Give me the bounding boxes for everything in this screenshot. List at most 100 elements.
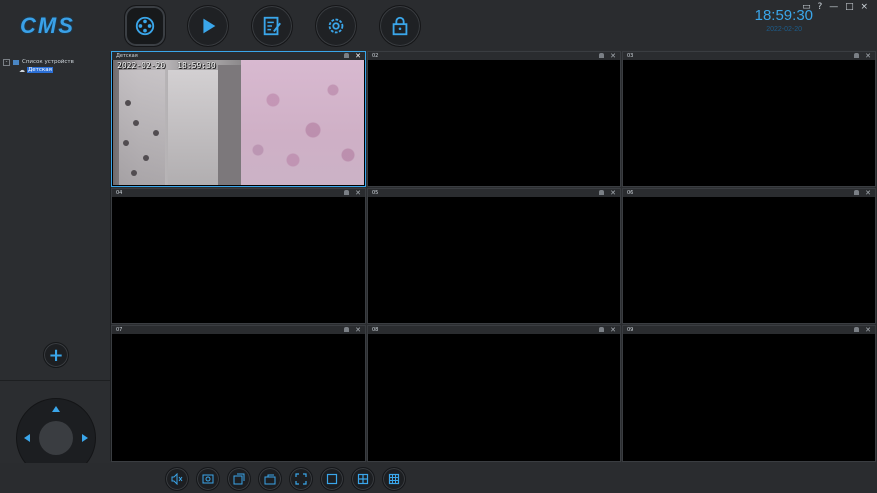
cell-title: 04 bbox=[116, 190, 123, 196]
cell-title: 03 bbox=[627, 53, 634, 59]
tree-root-label: Список устройств bbox=[22, 59, 74, 65]
add-device-button[interactable]: + bbox=[43, 342, 69, 368]
collapse-icon[interactable]: - bbox=[3, 58, 10, 66]
close-icon[interactable]: ✕ bbox=[865, 189, 871, 197]
bottom-toolbar bbox=[0, 463, 877, 493]
cell-title: 06 bbox=[627, 190, 634, 196]
close-button[interactable]: × bbox=[860, 2, 870, 12]
video-cell-9[interactable]: 09 ✕ bbox=[622, 325, 876, 462]
close-icon[interactable]: ✕ bbox=[355, 189, 361, 197]
cell-header: Детская ✕ bbox=[112, 52, 365, 60]
panel-divider bbox=[0, 380, 110, 381]
gear-icon bbox=[328, 18, 344, 34]
layout-1-button[interactable] bbox=[320, 467, 344, 491]
mute-icon bbox=[171, 473, 183, 485]
osd-date: 2022-02-20 bbox=[117, 61, 166, 70]
cell-header: 05 ✕ bbox=[368, 189, 620, 197]
osd-time: 18:59:30 bbox=[177, 61, 216, 70]
alarm-icon[interactable] bbox=[854, 53, 860, 58]
cell-title: 07 bbox=[116, 327, 123, 333]
close-icon[interactable]: ✕ bbox=[610, 52, 616, 60]
fullscreen-button[interactable] bbox=[289, 467, 313, 491]
window-controls: ▭ ? — □ × bbox=[802, 2, 870, 12]
alarm-icon[interactable] bbox=[599, 53, 605, 58]
window-settings-icon[interactable]: ▭ bbox=[802, 2, 813, 12]
close-icon[interactable]: ✕ bbox=[355, 52, 361, 60]
ptz-right-button[interactable] bbox=[82, 434, 88, 442]
video-cell-2[interactable]: 02 ✕ bbox=[367, 51, 621, 187]
alarm-icon[interactable] bbox=[854, 327, 860, 332]
camera-icon: ☁ bbox=[19, 66, 25, 74]
device-tree: - Список устройств ☁ Детская bbox=[3, 58, 74, 74]
video-cell-4[interactable]: 04 ✕ bbox=[111, 188, 366, 324]
cell-header: 07 ✕ bbox=[112, 326, 365, 334]
film-reel-icon bbox=[135, 16, 155, 36]
log-button[interactable] bbox=[251, 5, 293, 47]
record-icon bbox=[233, 473, 245, 485]
close-icon[interactable]: ✕ bbox=[355, 326, 361, 334]
cell-title: Детская bbox=[116, 53, 138, 59]
video-cell-5[interactable]: 05 ✕ bbox=[367, 188, 621, 324]
close-icon[interactable]: ✕ bbox=[610, 326, 616, 334]
tree-root[interactable]: - Список устройств bbox=[3, 58, 74, 66]
lock-icon bbox=[392, 16, 408, 36]
minimize-button[interactable]: — bbox=[829, 2, 840, 12]
record-button[interactable] bbox=[227, 467, 251, 491]
lock-button[interactable] bbox=[379, 5, 421, 47]
layout-9-icon bbox=[388, 473, 400, 485]
playback-button[interactable] bbox=[187, 5, 229, 47]
app-logo: CMS bbox=[20, 13, 75, 38]
notepad-icon bbox=[263, 16, 281, 36]
mute-button[interactable] bbox=[165, 467, 189, 491]
cell-header: 09 ✕ bbox=[623, 326, 875, 334]
alarm-icon[interactable] bbox=[344, 327, 350, 332]
video-osd: 2022-02-20 18:59:30 bbox=[117, 61, 216, 70]
export-icon bbox=[264, 474, 276, 485]
cell-header: 08 ✕ bbox=[368, 326, 620, 334]
cell-header: 02 ✕ bbox=[368, 52, 620, 60]
device-list-icon bbox=[13, 59, 19, 65]
layout-1-icon bbox=[326, 473, 338, 485]
cell-header: 03 ✕ bbox=[623, 52, 875, 60]
live-view-button[interactable] bbox=[124, 5, 166, 47]
maximize-button[interactable]: □ bbox=[845, 2, 856, 12]
alarm-icon[interactable] bbox=[599, 327, 605, 332]
video-cell-6[interactable]: 06 ✕ bbox=[622, 188, 876, 324]
cell-title: 08 bbox=[372, 327, 379, 333]
close-icon[interactable]: ✕ bbox=[865, 52, 871, 60]
layout-9-button[interactable] bbox=[382, 467, 406, 491]
close-icon[interactable]: ✕ bbox=[865, 326, 871, 334]
cell-title: 05 bbox=[372, 190, 379, 196]
ptz-left-button[interactable] bbox=[24, 434, 30, 442]
cell-title: 02 bbox=[372, 53, 379, 59]
device-panel: - Список устройств ☁ Детская + bbox=[0, 52, 111, 478]
layout-4-button[interactable] bbox=[351, 467, 375, 491]
snapshot-icon bbox=[202, 474, 214, 484]
video-cell-3[interactable]: 03 ✕ bbox=[622, 51, 876, 187]
ptz-up-button[interactable] bbox=[52, 406, 60, 412]
snapshot-button[interactable] bbox=[196, 467, 220, 491]
ptz-center-button[interactable] bbox=[39, 421, 73, 455]
cell-header: 06 ✕ bbox=[623, 189, 875, 197]
cell-header: 04 ✕ bbox=[112, 189, 365, 197]
video-cell-1[interactable]: Детская ✕ 2022-02-20 18:59:30 bbox=[111, 51, 366, 187]
alarm-icon[interactable] bbox=[854, 190, 860, 195]
alarm-icon[interactable] bbox=[344, 53, 350, 58]
play-icon bbox=[203, 18, 216, 34]
tree-item-label: Детская bbox=[27, 67, 53, 73]
fullscreen-icon bbox=[295, 473, 307, 485]
top-bar: CMS 18:59:30 2022-02-20 ▭ ? — □ × bbox=[0, 0, 877, 50]
help-button[interactable]: ? bbox=[818, 2, 825, 12]
cell-title: 09 bbox=[627, 327, 634, 333]
alarm-icon[interactable] bbox=[599, 190, 605, 195]
export-button[interactable] bbox=[258, 467, 282, 491]
wardrobe-image bbox=[113, 60, 241, 185]
close-icon[interactable]: ✕ bbox=[610, 189, 616, 197]
alarm-icon[interactable] bbox=[344, 190, 350, 195]
settings-button[interactable] bbox=[315, 5, 357, 47]
layout-4-icon bbox=[357, 473, 369, 485]
video-cell-8[interactable]: 08 ✕ bbox=[367, 325, 621, 462]
video-cell-7[interactable]: 07 ✕ bbox=[111, 325, 366, 462]
clock-date: 2022-02-20 bbox=[766, 26, 802, 33]
tree-item-device[interactable]: ☁ Детская bbox=[3, 66, 74, 74]
